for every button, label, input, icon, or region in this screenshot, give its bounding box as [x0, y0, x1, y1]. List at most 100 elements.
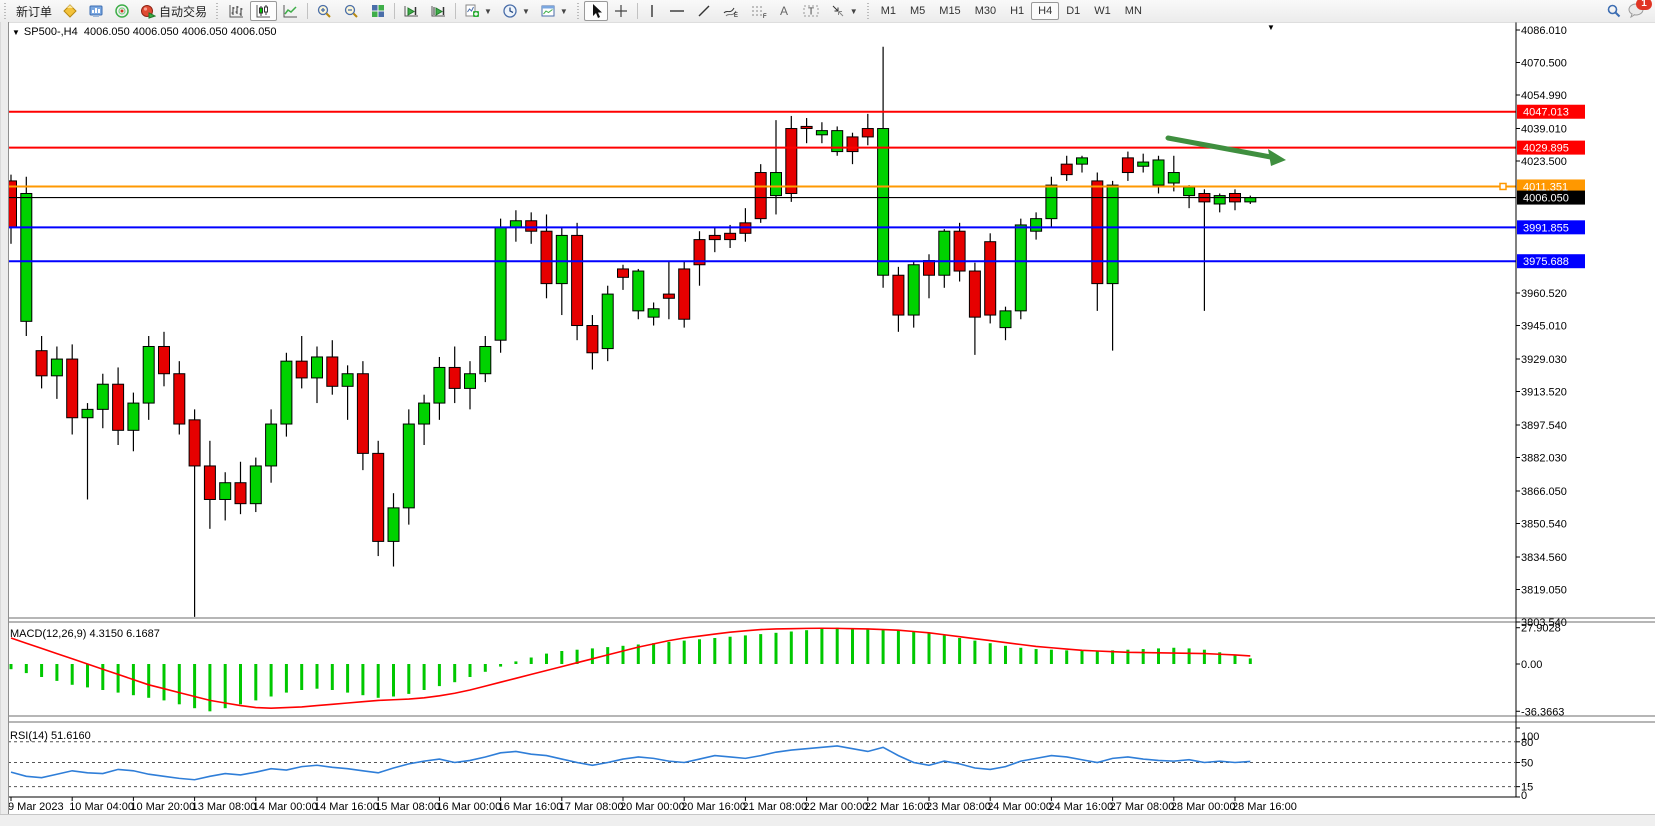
candle: [832, 126, 843, 155]
toolbar-separator: [637, 3, 638, 19]
timeframe-h1[interactable]: H1: [1003, 2, 1031, 20]
timeframe-m30[interactable]: M30: [968, 2, 1003, 20]
candle-body: [556, 235, 567, 283]
time-axis-label: 16 Mar 00:00: [436, 801, 501, 813]
timeframe-m15[interactable]: M15: [932, 2, 967, 20]
candle-body: [495, 227, 506, 340]
templates-button[interactable]: ▼: [535, 1, 573, 21]
line-chart-button[interactable]: [277, 1, 304, 21]
timeframe-w1[interactable]: W1: [1087, 2, 1118, 20]
market-watch-button[interactable]: [83, 1, 109, 21]
candle-body: [465, 374, 476, 389]
time-axis-label: 9 Mar 2023: [8, 801, 64, 813]
text-label-tool[interactable]: T: [797, 1, 825, 21]
signal-button[interactable]: [109, 1, 135, 21]
auto-trading-button[interactable]: 自动交易: [135, 1, 212, 21]
candle-body: [1122, 158, 1133, 173]
toolbar-separator: [455, 3, 456, 19]
toolbar-grip[interactable]: [3, 3, 8, 19]
candle-body: [526, 221, 537, 231]
candlestick-chart-button[interactable]: [250, 1, 277, 21]
collapse-triangle-icon[interactable]: ▼: [12, 28, 20, 37]
new-order-button[interactable]: 新订单: [11, 1, 57, 21]
trendline-tool[interactable]: [691, 1, 717, 21]
notifications-button[interactable]: 1: [1627, 2, 1645, 21]
tile-windows-button[interactable]: [365, 1, 391, 21]
auto-scroll-button[interactable]: [398, 1, 425, 21]
price-axis-label: 4054.990: [1521, 90, 1567, 102]
timeframe-mn[interactable]: MN: [1118, 2, 1149, 20]
price-axis-label: 3960.520: [1521, 288, 1567, 300]
chart-title-bar[interactable]: ▼SP500-,H4 4006.050 4006.050 4006.050 40…: [12, 26, 277, 38]
candle-body: [434, 367, 445, 403]
toolbar-grip[interactable]: [215, 3, 220, 19]
candle-body: [480, 346, 491, 373]
bar-chart-button[interactable]: [223, 1, 250, 21]
auto-trading-label: 自动交易: [159, 3, 207, 20]
price-badge-label: 3991.855: [1523, 222, 1569, 234]
price-axis-label: 4023.500: [1521, 156, 1567, 168]
fibonacci-tool[interactable]: F: [745, 1, 773, 21]
search-button[interactable]: [1601, 1, 1627, 21]
trendline-icon: [696, 3, 712, 19]
candle-body: [1168, 173, 1179, 183]
time-axis-label: 21 Mar 08:00: [742, 801, 807, 813]
order-diamond-icon[interactable]: [57, 1, 83, 21]
zoom-in-button[interactable]: [311, 1, 338, 21]
indicators-button[interactable]: ▼: [459, 1, 497, 21]
time-axis-label: 22 Mar 16:00: [865, 801, 930, 813]
price-axis-label: 3945.010: [1521, 321, 1567, 333]
candle-body: [342, 374, 353, 387]
level-handle[interactable]: [1500, 183, 1506, 189]
time-axis-label: 14 Mar 00:00: [253, 801, 318, 813]
zoom-out-icon: [343, 3, 360, 19]
chevron-down-icon: ▼: [850, 7, 858, 16]
price-axis-label: 3913.520: [1521, 387, 1567, 399]
price-axis-label: 3929.030: [1521, 354, 1567, 366]
cursor-tool-button[interactable]: [584, 1, 608, 21]
time-axis-label: 14 Mar 16:00: [314, 801, 379, 813]
candle-body: [113, 384, 124, 430]
scale-corner-triangle[interactable]: ▼: [1267, 23, 1275, 32]
line-chart-icon: [282, 3, 299, 19]
vertical-line-tool[interactable]: [641, 1, 663, 21]
equidistant-channel-tool[interactable]: E: [717, 1, 745, 21]
clock-icon: [502, 3, 518, 19]
chart-window[interactable]: 4086.0104070.5004054.9904039.0104023.500…: [0, 22, 1655, 826]
candle-body: [985, 242, 996, 315]
arrows-tool[interactable]: ▼: [825, 1, 863, 21]
toolbar-grip[interactable]: [866, 3, 871, 19]
time-axis-label: 17 Mar 08:00: [559, 801, 624, 813]
timeframe-d1[interactable]: D1: [1059, 2, 1087, 20]
timeframe-m1[interactable]: M1: [874, 2, 903, 20]
chevron-down-icon: ▼: [522, 7, 530, 16]
chevron-down-icon: ▼: [484, 7, 492, 16]
candle-body: [587, 326, 598, 353]
candle-body: [679, 269, 690, 319]
text-tool[interactable]: A: [773, 1, 797, 21]
candle-body: [771, 173, 782, 196]
toolbar-separator: [307, 3, 308, 19]
horizontal-line-tool[interactable]: [663, 1, 691, 21]
zoom-out-button[interactable]: [338, 1, 365, 21]
candle-body: [633, 271, 644, 311]
toolbar-grip[interactable]: [576, 3, 581, 19]
macd-axis-label: -36.3663: [1521, 706, 1564, 718]
window-splitter[interactable]: [0, 22, 9, 814]
candle: [403, 409, 414, 524]
candle: [786, 116, 797, 202]
timeframe-m5[interactable]: M5: [903, 2, 932, 20]
time-axis-label: 22 Mar 00:00: [804, 801, 869, 813]
text-a-icon: A: [778, 3, 792, 19]
auto-trading-icon: [140, 3, 156, 19]
timeframe-h4[interactable]: H4: [1031, 2, 1059, 20]
periods-button[interactable]: ▼: [497, 1, 535, 21]
auto-scroll-icon: [403, 3, 420, 19]
price-badge-label: 4047.013: [1523, 107, 1569, 119]
price-badge-label: 4006.050: [1523, 193, 1569, 205]
candle-body: [67, 359, 78, 418]
chart-shift-button[interactable]: [425, 1, 452, 21]
price-axis-label: 4070.500: [1521, 58, 1567, 70]
crosshair-tool-button[interactable]: [608, 1, 634, 21]
chart-canvas[interactable]: 4086.0104070.5004054.9904039.0104023.500…: [0, 22, 1655, 826]
